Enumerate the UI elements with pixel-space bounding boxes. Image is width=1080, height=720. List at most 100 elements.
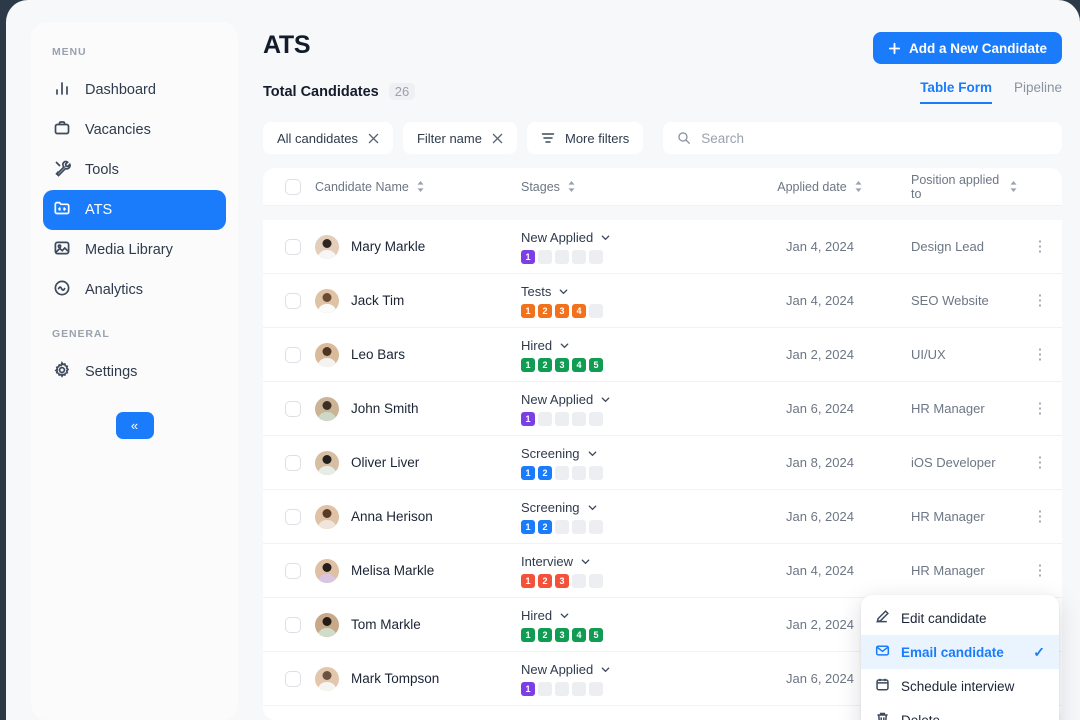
cell-stage: Hired 1 2 3 4 5 — [519, 338, 745, 372]
stage-pip — [555, 411, 569, 426]
image-icon — [53, 239, 71, 262]
menu-item-edit-candidate[interactable]: Edit candidate — [861, 601, 1059, 635]
row-checkbox[interactable] — [285, 346, 301, 363]
column-header-stages[interactable]: Stages — [521, 180, 745, 194]
column-header-candidate-name[interactable]: Candidate Name — [315, 180, 425, 194]
row-checkbox[interactable] — [285, 292, 301, 309]
sort-icon[interactable] — [1009, 180, 1018, 193]
bar-chart-icon — [53, 79, 71, 102]
more-vertical-icon[interactable]: ⋮ — [1033, 401, 1048, 416]
row-checkbox[interactable] — [285, 454, 301, 471]
row-checkbox[interactable] — [285, 238, 301, 255]
menu-item-schedule-interview[interactable]: Schedule interview — [861, 669, 1059, 703]
cell-actions: ⋮ — [1018, 347, 1062, 362]
stage-dropdown[interactable]: Hired — [521, 338, 745, 353]
chevron-down-icon — [601, 666, 610, 672]
table-row[interactable]: Jack Tim Tests 1 2 3 4 Jan 4, 2024 SEO Website ⋮ — [263, 274, 1062, 328]
cell-candidate-name: Mark Tompson — [301, 666, 519, 691]
sort-icon[interactable] — [567, 180, 576, 193]
table-row[interactable]: Oliver Liver Screening 1 2 Jan 8, 2024 iOS De… — [263, 436, 1062, 490]
stage-progress: 1 — [521, 411, 745, 426]
candidate-name: Tom Markle — [351, 617, 421, 632]
cell-stage: New Applied 1 — [519, 662, 745, 696]
envelope-icon — [875, 643, 890, 661]
row-checkbox[interactable] — [285, 508, 301, 525]
more-filters-button[interactable]: More filters — [526, 122, 644, 154]
stage-dropdown[interactable]: Screening — [521, 500, 745, 515]
candidate-name: Melisa Markle — [351, 563, 435, 578]
select-all-checkbox[interactable] — [285, 178, 301, 195]
stage-progress: 12 — [521, 519, 745, 534]
sort-icon[interactable] — [416, 180, 425, 193]
more-vertical-icon[interactable]: ⋮ — [1033, 563, 1048, 578]
stage-name: Tests — [521, 283, 552, 299]
close-icon[interactable] — [492, 133, 503, 144]
sidebar-item-ats[interactable]: ATS — [43, 190, 226, 230]
stage-dropdown[interactable]: New Applied — [521, 230, 745, 245]
sidebar-item-label: Vacancies — [85, 122, 151, 138]
table-row[interactable]: Leo Bars Hired 1 2 3 4 5 Jan 2, 2024 UI/UX ⋮ — [263, 328, 1062, 382]
close-icon[interactable] — [368, 133, 379, 144]
stage-dropdown[interactable]: Tests — [521, 284, 745, 299]
row-checkbox[interactable] — [285, 400, 301, 417]
sidebar-item-media-library[interactable]: Media Library — [43, 230, 226, 270]
table-row[interactable]: Mary Markle New Applied 1 Jan 4, 2024 Design… — [263, 220, 1062, 274]
search-input[interactable] — [701, 130, 1048, 146]
sidebar-collapse-button[interactable]: « — [115, 412, 154, 439]
cell-position: HR Manager — [911, 509, 985, 524]
column-header-applied-date[interactable]: Applied date — [777, 180, 863, 194]
stage-pip — [589, 465, 603, 480]
more-vertical-icon[interactable]: ⋮ — [1033, 509, 1048, 524]
cell-applied-date: Jan 4, 2024 — [786, 293, 854, 308]
sidebar-item-vacancies[interactable]: Vacancies — [43, 110, 226, 150]
sidebar-item-dashboard[interactable]: Dashboard — [43, 70, 226, 110]
plus-icon — [888, 42, 901, 54]
stage-dropdown[interactable]: New Applied — [521, 662, 745, 677]
add-candidate-button[interactable]: Add a New Candidate — [872, 32, 1062, 64]
calendar-icon — [875, 677, 890, 695]
stage-pip: 2 — [538, 465, 552, 480]
table-row[interactable]: John Smith New Applied 1 Jan 6, 2024 HR Mana… — [263, 382, 1062, 436]
row-checkbox[interactable] — [285, 616, 301, 633]
stage-dropdown[interactable]: Screening — [521, 446, 745, 461]
column-header-position[interactable]: Position applied to — [911, 173, 1018, 201]
sort-icon[interactable] — [854, 180, 863, 193]
sidebar-item-tools[interactable]: Tools — [43, 150, 226, 190]
sidebar-item-settings[interactable]: Settings — [43, 352, 226, 392]
filter-chip-all-candidates[interactable]: All candidates — [263, 122, 393, 154]
tab-table-form[interactable]: Table Form — [920, 80, 992, 104]
stage-dropdown[interactable]: Interview — [521, 554, 745, 569]
avatar — [315, 396, 339, 421]
more-vertical-icon[interactable]: ⋮ — [1033, 293, 1048, 308]
add-candidate-label: Add a New Candidate — [908, 40, 1047, 56]
stage-dropdown[interactable]: Hired — [521, 608, 745, 623]
stage-pip: 1 — [521, 627, 535, 642]
row-checkbox[interactable] — [285, 562, 301, 579]
filter-chip-filter-name[interactable]: Filter name — [402, 122, 517, 154]
search-icon — [678, 132, 691, 144]
sidebar-item-analytics[interactable]: Analytics — [43, 270, 226, 310]
more-vertical-icon[interactable]: ⋮ — [1033, 347, 1048, 362]
search-box[interactable] — [663, 122, 1062, 154]
cell-candidate-name: Melisa Markle — [301, 558, 519, 583]
tab-pipeline[interactable]: Pipeline — [1014, 80, 1062, 102]
cell-stage: Interview 1 2 3 — [519, 554, 745, 588]
stage-pip: 3 — [555, 357, 569, 372]
menu-item-delete[interactable]: Delete — [861, 703, 1059, 720]
more-vertical-icon[interactable]: ⋮ — [1033, 455, 1048, 470]
table-row[interactable]: Melisa Markle Interview 1 2 3 Jan 4, 2024 HR M… — [263, 544, 1062, 598]
stage-dropdown[interactable]: New Applied — [521, 392, 745, 407]
row-checkbox[interactable] — [285, 670, 301, 687]
stage-pip: 1 — [521, 519, 535, 534]
stage-pip: 2 — [538, 573, 552, 588]
menu-item-email-candidate[interactable]: Email candidate ✓ — [861, 635, 1059, 669]
sidebar-item-label: Settings — [85, 364, 138, 380]
cell-candidate-name: Oliver Liver — [301, 450, 519, 475]
cell-stage: New Applied 1 — [519, 392, 745, 426]
candidate-name: Mark Tompson — [351, 671, 440, 686]
cell-applied-date: Jan 2, 2024 — [786, 347, 854, 362]
stage-pip: 5 — [589, 627, 603, 642]
cell-position: UI/UX — [911, 347, 946, 362]
table-row[interactable]: Anna Herison Screening 1 2 Jan 6, 2024 HR Man… — [263, 490, 1062, 544]
more-vertical-icon[interactable]: ⋮ — [1033, 239, 1048, 254]
